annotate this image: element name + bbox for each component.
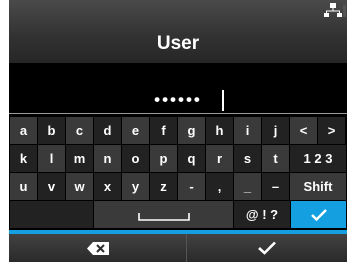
checkmark-icon <box>311 209 327 221</box>
key-0-3-label: d <box>103 123 112 138</box>
key-0-0[interactable]: a <box>10 117 37 144</box>
key-1-0-label: k <box>19 151 28 166</box>
key-0-8-label: i <box>245 123 250 138</box>
key-2-8[interactable]: _ <box>234 173 261 200</box>
key-0-10-label: < <box>299 123 308 138</box>
key-0-2-label: c <box>75 123 84 138</box>
key-0-4[interactable]: e <box>122 117 149 144</box>
backspace-button[interactable] <box>9 234 186 262</box>
key-2-2[interactable]: w <box>66 173 93 200</box>
password-value: •••••• <box>154 90 202 109</box>
key-2-5-label: z <box>160 179 167 194</box>
key-1-4[interactable]: o <box>122 145 149 172</box>
page-title: User <box>156 33 200 54</box>
key-2-10-label: Shift <box>303 179 333 194</box>
text-cursor <box>222 90 224 111</box>
key-2-7-label: , <box>217 179 222 194</box>
key-1-2-label: m <box>73 151 86 166</box>
key-1-6[interactable]: q <box>178 145 205 172</box>
key-2-0[interactable]: u <box>10 173 37 200</box>
key-0-9[interactable]: j <box>262 117 289 144</box>
key-2-6-label: - <box>189 179 194 194</box>
key-1-10[interactable]: 1 2 3 <box>290 145 346 172</box>
key-1-7-label: r <box>216 151 223 166</box>
key-0-11[interactable]: > <box>318 117 345 144</box>
key-0-9-label: j <box>273 123 278 138</box>
header-bar: User <box>9 0 347 63</box>
key-0-11-label: > <box>327 123 336 138</box>
key-1-2[interactable]: m <box>66 145 93 172</box>
key-2-10[interactable]: Shift <box>290 173 346 200</box>
key-2-0-label: u <box>19 179 28 194</box>
key-0-7[interactable]: h <box>206 117 233 144</box>
key-2-4-label: y <box>131 179 140 194</box>
key-0-4-label: e <box>131 123 140 138</box>
key-2-6[interactable]: - <box>178 173 205 200</box>
key-2-2-label: w <box>74 179 85 194</box>
display-screen: User •••••• a b c d e f g h i j < > k l m n o p q r s t 1 2 3 u… <box>9 0 347 262</box>
bottom-bar <box>9 234 347 262</box>
confirm-button[interactable] <box>187 234 347 262</box>
key-blank-left[interactable] <box>10 201 93 228</box>
key-0-5[interactable]: f <box>150 117 177 144</box>
key-1-8-label: s <box>243 151 252 166</box>
key-1-6-label: q <box>187 151 196 166</box>
network-icon <box>324 3 346 17</box>
key-0-1[interactable]: b <box>38 117 65 144</box>
key-1-1-label: l <box>49 151 54 166</box>
key-0-3[interactable]: d <box>94 117 121 144</box>
key-2-1-label: v <box>47 179 56 194</box>
key-1-0[interactable]: k <box>10 145 37 172</box>
key-0-6[interactable]: g <box>178 117 205 144</box>
key-2-1[interactable]: v <box>38 173 65 200</box>
enter-key[interactable] <box>291 201 346 228</box>
key-0-10[interactable]: < <box>290 117 317 144</box>
key-2-8-label: _ <box>243 179 252 194</box>
space-icon <box>138 213 190 221</box>
key-1-9-label: t <box>273 151 278 166</box>
key-0-2[interactable]: c <box>66 117 93 144</box>
key-2-4[interactable]: y <box>122 173 149 200</box>
key-0-8[interactable]: i <box>234 117 261 144</box>
space-key[interactable] <box>94 201 233 228</box>
symbols-key-label: @ ! ? <box>245 207 279 222</box>
key-2-9[interactable]: – <box>262 173 289 200</box>
on-screen-keyboard: a b c d e f g h i j < > k l m n o p q r s t 1 2 3 u v w x y z -, _ – Shi… <box>9 117 347 229</box>
checkmark-icon <box>258 241 276 255</box>
key-1-9[interactable]: t <box>262 145 289 172</box>
key-0-5-label: f <box>161 123 166 138</box>
key-2-9-label: – <box>271 179 280 194</box>
symbols-key[interactable]: @ ! ? <box>234 201 290 228</box>
backspace-icon <box>87 242 109 255</box>
key-0-6-label: g <box>187 123 196 138</box>
key-0-7-label: h <box>215 123 224 138</box>
input-underline <box>9 113 347 114</box>
key-1-4-label: o <box>131 151 140 166</box>
key-0-0-label: a <box>19 123 28 138</box>
key-2-5[interactable]: z <box>150 173 177 200</box>
key-1-3[interactable]: n <box>94 145 121 172</box>
key-0-1-label: b <box>47 123 56 138</box>
key-1-1[interactable]: l <box>38 145 65 172</box>
key-1-8[interactable]: s <box>234 145 261 172</box>
key-2-7[interactable]: , <box>206 173 233 200</box>
key-1-5-label: p <box>159 151 168 166</box>
key-2-3-label: x <box>103 179 112 194</box>
key-1-3-label: n <box>103 151 112 166</box>
key-1-7[interactable]: r <box>206 145 233 172</box>
key-1-5[interactable]: p <box>150 145 177 172</box>
key-2-3[interactable]: x <box>94 173 121 200</box>
key-1-10-label: 1 2 3 <box>303 151 333 166</box>
